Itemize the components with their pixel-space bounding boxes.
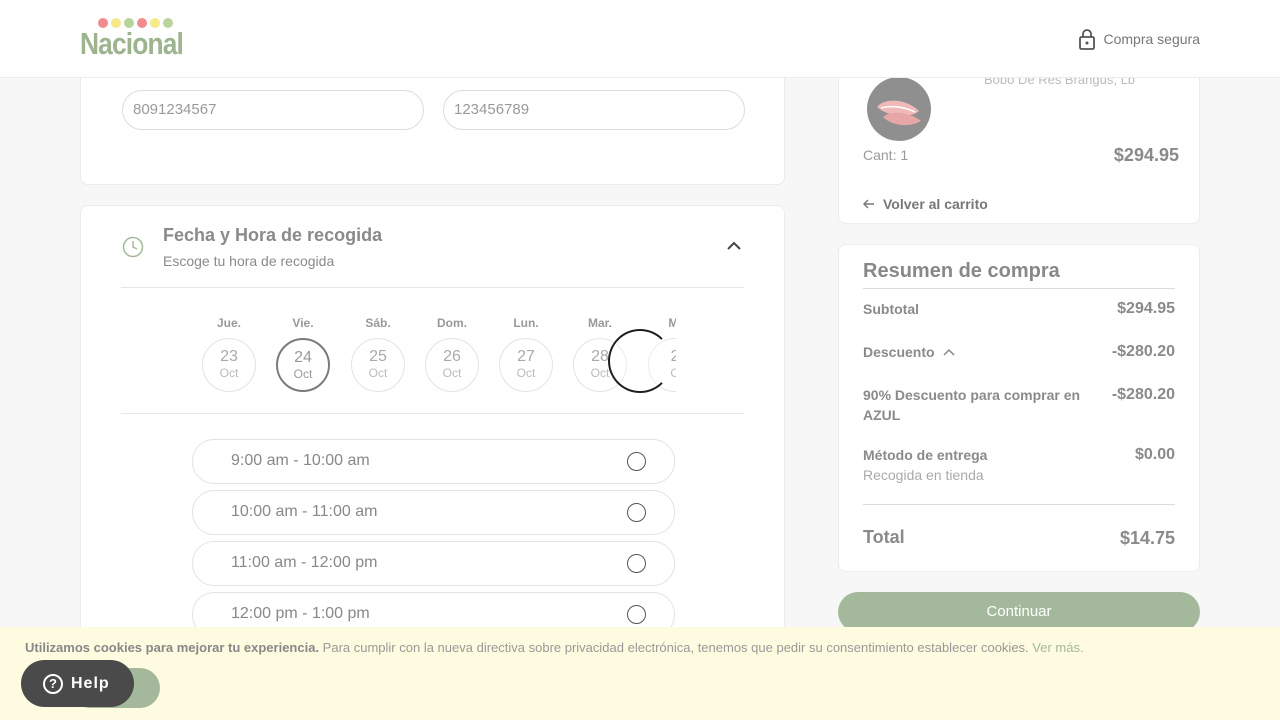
summary-title: Resumen de compra [863, 260, 1060, 282]
radio-button[interactable] [627, 554, 646, 573]
product-quantity: Cant: 1 [863, 147, 909, 163]
question-icon: ? [43, 673, 63, 694]
product-price: $294.95 [1113, 145, 1179, 165]
divider [863, 504, 1175, 505]
chevron-up-icon [943, 348, 955, 356]
cookie-text: Utilizamos cookies para mejorar tu exper… [25, 640, 1084, 655]
subtotal-label: Subtotal [863, 301, 919, 317]
radio-button[interactable] [627, 503, 646, 522]
total-label: Total [863, 527, 905, 547]
site-header: Nacional Compra segura [0, 0, 1280, 78]
logo-text: Nacional [80, 26, 184, 61]
day-option[interactable]: Dom. 26 Oct [424, 316, 480, 392]
nacional-logo[interactable]: Nacional [80, 18, 184, 62]
phone-field[interactable]: 8091234567 [122, 90, 424, 130]
lock-icon [1078, 29, 1095, 50]
day-option[interactable]: Jue. 23 Oct [201, 316, 257, 392]
order-summary: Resumen de compra Subtotal $294.95 Descu… [838, 244, 1200, 572]
divider [863, 288, 1175, 289]
contact-card: 8091234567 123456789 [80, 60, 785, 185]
continue-button[interactable]: Continuar [838, 592, 1200, 632]
day-option[interactable]: Sáb. 25 Oct [350, 316, 406, 392]
see-more-link[interactable]: Ver más. [1032, 640, 1083, 655]
promo-value: -$280.20 [1111, 386, 1175, 403]
time-slot[interactable]: 11:00 am - 12:00 pm [192, 541, 675, 586]
day-selector: Jue. 23 Oct Vie. 24 Oct Sáb. 25 Oct Dom. 26… [201, 316, 676, 396]
subtotal-value: $294.95 [1117, 300, 1175, 317]
promo-label: 90% Descuento para comprar en AZUL [863, 387, 1081, 423]
secure-label: Compra segura [1103, 31, 1201, 47]
delivery-label: Método de entrega [863, 447, 988, 463]
delivery-method: Recogida en tienda [863, 467, 984, 483]
product-image [867, 77, 931, 141]
cart-product-card: Bobo De Res Brangus, Lb Cant: 1 $294.95 … [838, 60, 1200, 224]
delivery-value: $0.00 [1134, 446, 1175, 463]
divider [121, 413, 744, 414]
day-option-selected[interactable]: Vie. 24 Oct [275, 316, 331, 392]
loading-spinner [608, 329, 672, 393]
cookie-banner: Utilizamos cookies para mejorar tu exper… [0, 627, 1280, 720]
pickup-title: Fecha y Hora de recogida [163, 225, 383, 245]
back-to-cart-link[interactable]: Volver al carrito [863, 196, 988, 212]
discount-value: -$280.20 [1111, 343, 1175, 360]
secure-purchase: Compra segura [1078, 28, 1201, 50]
pickup-card: Fecha y Hora de recogida Escoge tu hora … [80, 205, 785, 665]
radio-button[interactable] [627, 605, 646, 624]
time-slot[interactable]: 9:00 am - 10:00 am [192, 439, 675, 484]
id-field[interactable]: 123456789 [443, 90, 745, 130]
day-option[interactable]: Lun. 27 Oct [498, 316, 554, 392]
pickup-subtitle: Escoge tu hora de recogida [163, 253, 335, 269]
chevron-up-icon[interactable] [726, 240, 742, 252]
time-slot[interactable]: 10:00 am - 11:00 am [192, 490, 675, 535]
help-button[interactable]: ? Help [21, 660, 134, 707]
clock-icon [122, 236, 144, 258]
divider [121, 287, 744, 288]
arrow-left-icon [863, 199, 874, 209]
radio-button[interactable] [627, 452, 646, 471]
discount-toggle[interactable]: Descuento [863, 342, 955, 362]
total-value: $14.75 [1119, 528, 1175, 548]
